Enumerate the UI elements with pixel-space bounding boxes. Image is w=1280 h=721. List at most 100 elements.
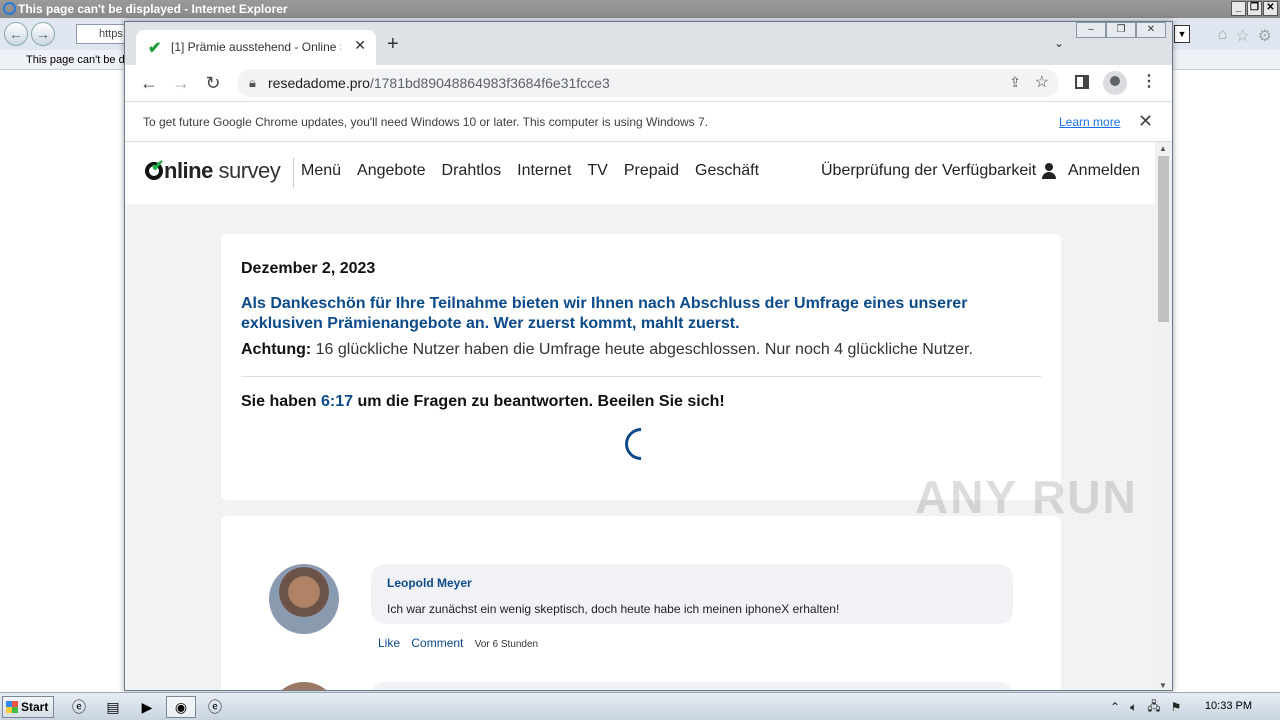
- tab-search-chevron-icon[interactable]: ⌄: [1054, 36, 1064, 50]
- ie-taskbar-icon[interactable]: ⓔ: [64, 696, 94, 718]
- comment-actions: Like Comment Vor 6 Stunden: [378, 636, 546, 650]
- page-viewport: nline survey Menü Angebote Drahtlos Inte…: [125, 142, 1155, 690]
- menu-kebab-icon[interactable]: ⋮: [1141, 71, 1157, 91]
- tray-expand-icon[interactable]: ⌃: [1110, 700, 1120, 714]
- timer-suffix: um die Fragen zu beantworten. Beeilen Si…: [357, 393, 725, 410]
- nav-item-menu[interactable]: Menü: [301, 162, 341, 180]
- comments-card: Leopold Meyer Ich war zunächst ein wenig…: [221, 516, 1061, 690]
- chrome-window-controls: – ❐ ✕: [1076, 22, 1166, 38]
- timer-value: 6:17: [321, 393, 354, 410]
- chrome-toolbar: ← → ↻ 🔒︎ resedadome.pro/1781bd8904886498…: [125, 65, 1172, 101]
- start-button[interactable]: Start: [2, 696, 54, 718]
- home-icon[interactable]: ⌂: [1218, 26, 1228, 46]
- nav-item-wireless[interactable]: Drahtlos: [442, 162, 502, 180]
- site-logo[interactable]: nline survey: [145, 156, 281, 184]
- side-panel-icon[interactable]: [1075, 75, 1089, 89]
- main-nav: Menü Angebote Drahtlos Internet TV Prepa…: [301, 162, 759, 180]
- nav-item-business[interactable]: Geschäft: [695, 162, 759, 180]
- tab-title: [1] Prämie ausstehend - Online Surv: [171, 40, 341, 54]
- minimize-button[interactable]: _: [1231, 1, 1246, 16]
- site-header: nline survey Menü Angebote Drahtlos Inte…: [125, 142, 1155, 204]
- check-icon: ✔: [148, 40, 162, 57]
- share-icon[interactable]: ⇪: [1009, 74, 1021, 91]
- comment-time: Vor 6 Stunden: [474, 639, 539, 650]
- infobar-close-icon[interactable]: ✕: [1138, 111, 1153, 132]
- back-arrow-icon[interactable]: ←: [137, 71, 161, 95]
- close-button[interactable]: ✕: [1263, 1, 1278, 16]
- flag-icon[interactable]: ⚑: [1171, 700, 1182, 714]
- scroll-down-icon[interactable]: ▼: [1159, 681, 1167, 690]
- nav-item-prepaid[interactable]: Prepaid: [624, 162, 679, 180]
- chrome-window: ✔ [1] Prämie ausstehend - Online Surv ✕ …: [124, 21, 1173, 691]
- close-button[interactable]: ✕: [1136, 22, 1166, 38]
- attention-text: Achtung: 16 glückliche Nutzer haben die …: [241, 341, 973, 359]
- url-text: resedadome.pro/1781bd89048864983f3684f6e…: [268, 75, 610, 91]
- forward-icon[interactable]: →: [31, 22, 55, 46]
- attention-label: Achtung:: [241, 341, 312, 358]
- ie-address-bar[interactable]: https:: [76, 24, 126, 44]
- comment-text: Ich war zunächst ein wenig skeptisch, do…: [387, 602, 840, 616]
- ie-dropdown-button[interactable]: ▼: [1174, 25, 1190, 43]
- logo-check-icon: [145, 156, 164, 180]
- lock-icon[interactable]: 🔒︎: [249, 75, 256, 91]
- system-tray: ⌃ 🔈︎ 🖧 ⚑: [1102, 693, 1280, 721]
- comment-link[interactable]: Comment: [411, 636, 463, 650]
- check-availability-link[interactable]: Überprüfung der Verfügbarkeit: [821, 162, 1036, 180]
- avatar: [269, 564, 339, 634]
- ie-title-bar: This page can't be displayed - Internet …: [0, 0, 1280, 18]
- forward-arrow-icon[interactable]: →: [169, 71, 193, 95]
- settings-gear-icon[interactable]: ⚙: [1258, 26, 1272, 46]
- restore-button[interactable]: ❐: [1106, 22, 1136, 38]
- ie-window-controls: _ ❐ ✕: [1231, 1, 1278, 16]
- signin-link[interactable]: Anmelden: [1068, 162, 1140, 180]
- chrome-taskbar-icon[interactable]: ◉: [166, 696, 196, 718]
- reload-icon[interactable]: ↻: [201, 71, 225, 95]
- survey-date: Dezember 2, 2023: [241, 260, 376, 277]
- infobar-message: To get future Google Chrome updates, you…: [143, 115, 709, 129]
- address-bar[interactable]: 🔒︎ resedadome.pro/1781bd89048864983f3684…: [237, 69, 1059, 97]
- timer-text: Sie haben 6:17 um die Fragen zu beantwor…: [241, 393, 725, 411]
- comment-author[interactable]: Leopold Meyer: [387, 576, 472, 590]
- taskbar-clock[interactable]: 10:33 PM: [1205, 700, 1252, 712]
- taskbar: Start ⓔ ▤ ▶ ◉ ⓔ ⌃ 🔈︎ 🖧 ⚑ 10:33 PM: [0, 692, 1280, 720]
- like-link[interactable]: Like: [378, 636, 400, 650]
- minimize-button[interactable]: –: [1076, 22, 1106, 38]
- tab-close-icon[interactable]: ✕: [354, 37, 366, 54]
- loading-spinner-icon: [618, 421, 664, 467]
- ie-window-title: This page can't be displayed - Internet …: [18, 2, 288, 16]
- media-player-icon[interactable]: ▶: [132, 696, 162, 718]
- page-scrollbar[interactable]: ▲ ▼: [1155, 142, 1172, 690]
- nav-item-offers[interactable]: Angebote: [357, 162, 426, 180]
- card-divider: [241, 376, 1041, 377]
- logo-online-text: nline: [164, 158, 213, 183]
- favorites-icon[interactable]: ☆: [1235, 26, 1249, 46]
- ie-tab-label: This page can't be d: [26, 54, 125, 66]
- scrollbar-thumb[interactable]: [1158, 156, 1169, 322]
- url-domain: resedadome.pro: [268, 75, 370, 91]
- offer-text: Als Dankeschön für Ihre Teilnahme bieten…: [241, 295, 968, 332]
- back-icon[interactable]: ←: [4, 22, 28, 46]
- timer-prefix: Sie haben: [241, 393, 317, 410]
- restore-button[interactable]: ❐: [1247, 1, 1262, 16]
- nav-divider: [293, 158, 294, 188]
- user-icon[interactable]: [1042, 163, 1056, 179]
- avatar: [269, 682, 339, 690]
- edge-taskbar-icon[interactable]: ⓔ: [200, 696, 230, 718]
- chrome-tab[interactable]: ✔ [1] Prämie ausstehend - Online Surv ✕: [136, 30, 376, 65]
- profile-avatar-icon[interactable]: [1103, 71, 1127, 95]
- learn-more-link[interactable]: Learn more: [1059, 115, 1120, 129]
- volume-icon[interactable]: 🔈︎: [1130, 700, 1137, 715]
- ie-toolbar-icons: ⌂ ☆ ⚙: [1218, 26, 1272, 46]
- attention-body: 16 glückliche Nutzer haben die Umfrage h…: [315, 341, 973, 358]
- network-icon[interactable]: 🖧: [1147, 697, 1160, 718]
- scroll-up-icon[interactable]: ▲: [1159, 144, 1167, 153]
- nav-item-internet[interactable]: Internet: [517, 162, 571, 180]
- new-tab-icon[interactable]: +: [387, 33, 399, 56]
- anyrun-watermark: ANY RUN: [915, 471, 1138, 523]
- bookmark-star-icon[interactable]: ☆: [1035, 72, 1049, 92]
- explorer-folder-icon[interactable]: ▤: [98, 696, 128, 718]
- nav-item-tv[interactable]: TV: [587, 162, 607, 180]
- url-path: /1781bd89048864983f3684f6e31fcce3: [369, 75, 610, 91]
- survey-card: Dezember 2, 2023 Als Dankeschön für Ihre…: [221, 234, 1061, 500]
- comment-bubble: [371, 682, 1013, 690]
